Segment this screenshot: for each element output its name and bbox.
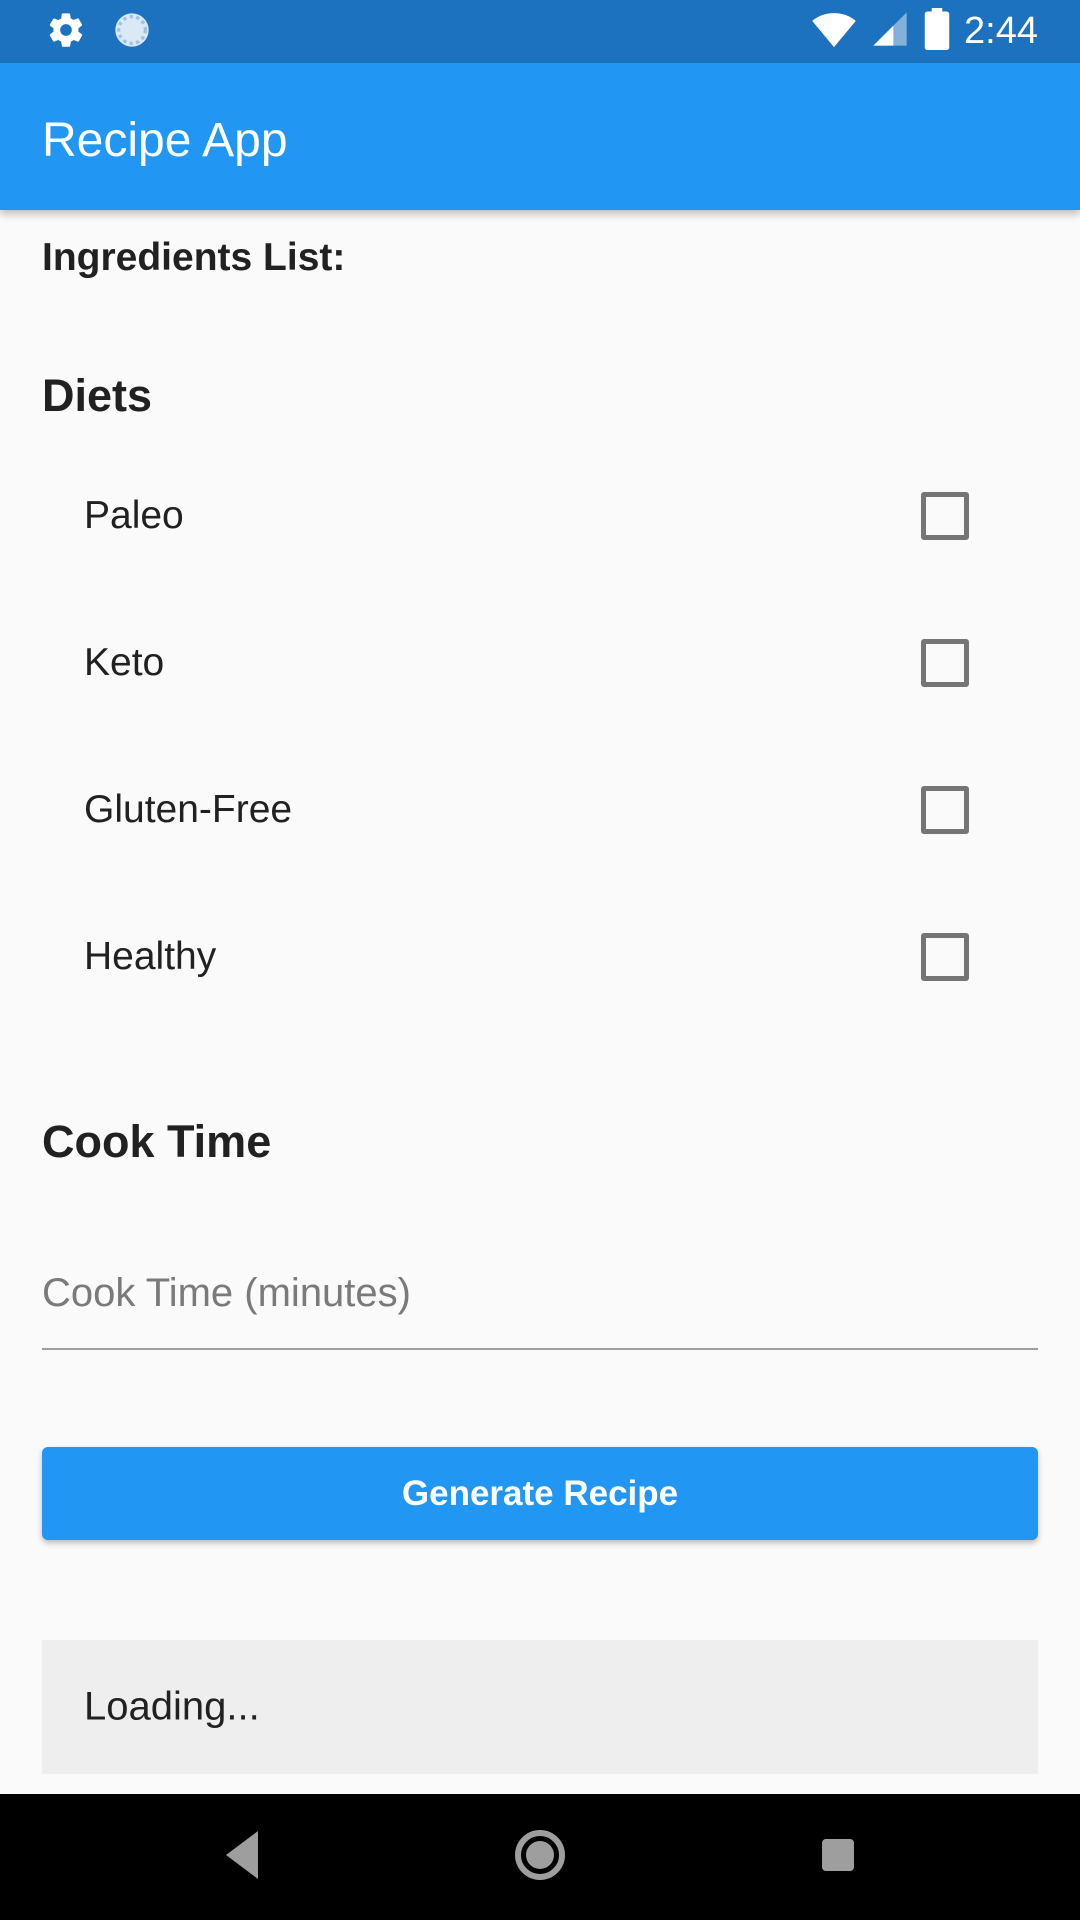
- healthy-checkbox[interactable]: [921, 932, 969, 981]
- paleo-checkbox[interactable]: [921, 491, 969, 540]
- ingredients-list-label: Ingredients List:: [42, 236, 346, 279]
- diet-label: Gluten-Free: [84, 787, 293, 831]
- wifi-icon: [812, 9, 856, 54]
- cell-signal-icon: [870, 9, 910, 54]
- diet-label: Keto: [84, 640, 165, 684]
- navigation-bar: [0, 1794, 1080, 1920]
- generate-recipe-button[interactable]: Generate Recipe: [42, 1447, 1038, 1540]
- diet-option-gluten-free[interactable]: Gluten-Free: [0, 736, 1080, 883]
- sync-icon: [112, 10, 152, 55]
- loading-text: Loading...: [84, 1684, 260, 1729]
- back-icon[interactable]: [222, 1827, 262, 1888]
- diet-option-paleo[interactable]: Paleo: [0, 442, 1080, 589]
- battery-icon: [924, 8, 950, 55]
- cook-time-title: Cook Time: [42, 1116, 272, 1167]
- app-bar: Recipe App: [0, 63, 1080, 210]
- cook-time-input[interactable]: [42, 1238, 1038, 1350]
- diet-option-keto[interactable]: Keto: [0, 589, 1080, 736]
- gluten-free-checkbox[interactable]: [921, 785, 969, 834]
- diets-title: Diets: [42, 370, 153, 421]
- diet-option-healthy[interactable]: Healthy: [0, 883, 1080, 1030]
- recents-icon[interactable]: [820, 1827, 856, 1888]
- gear-icon: [46, 10, 86, 55]
- result-box: Loading...: [42, 1640, 1038, 1774]
- keto-checkbox[interactable]: [921, 638, 969, 687]
- status-time: 2:44: [964, 10, 1038, 52]
- diet-label: Paleo: [84, 493, 184, 537]
- status-bar: 2:44: [0, 0, 1080, 63]
- home-icon[interactable]: [514, 1827, 566, 1888]
- app-title: Recipe App: [42, 114, 288, 167]
- diet-label: Healthy: [84, 934, 217, 978]
